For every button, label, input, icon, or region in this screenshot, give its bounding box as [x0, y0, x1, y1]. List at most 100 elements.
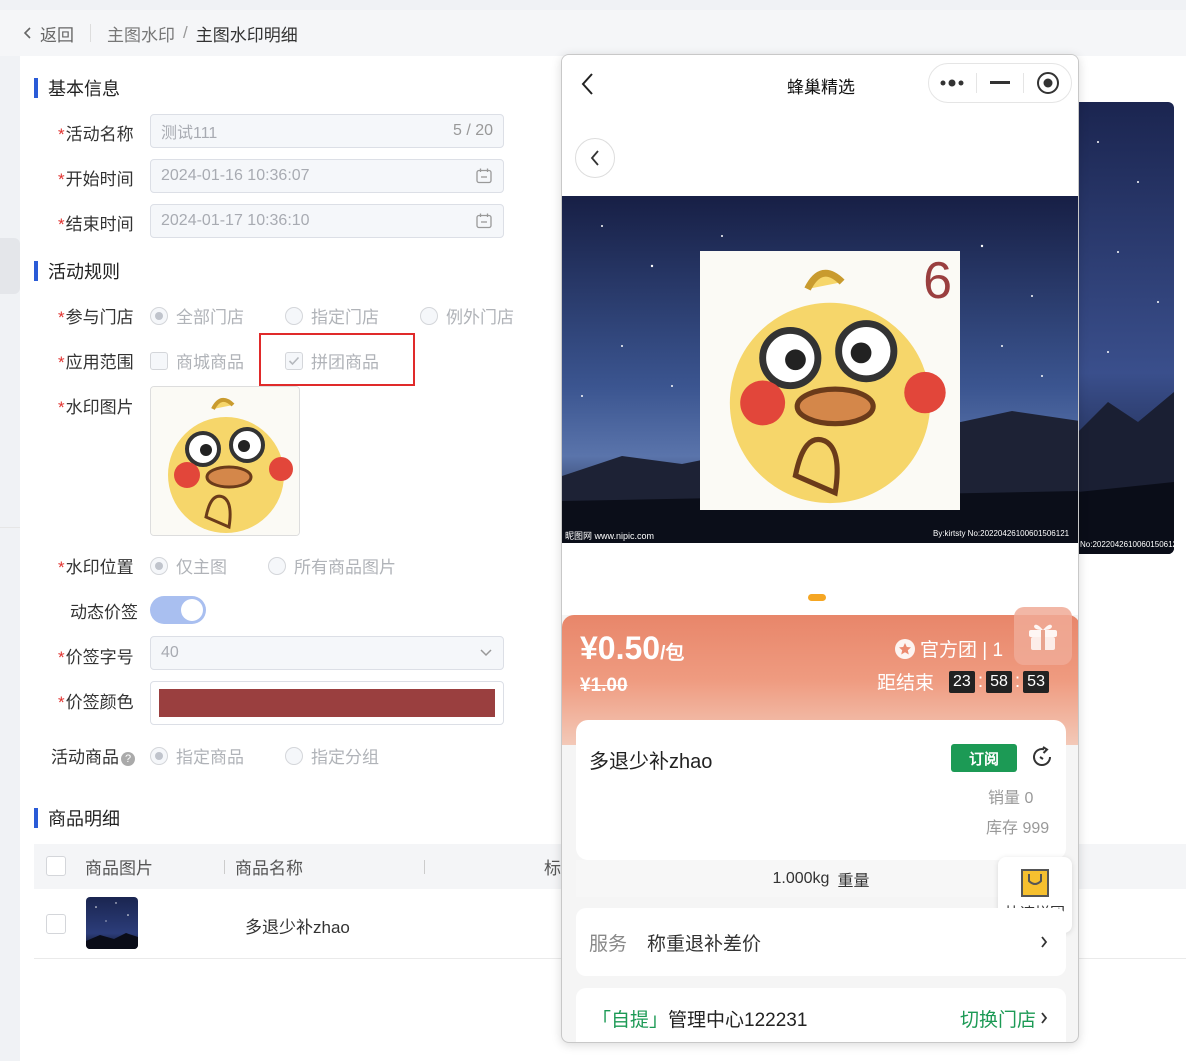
preview-background-image: No:20220426100601506121 — [1078, 102, 1174, 554]
radio-specified-group[interactable]: 指定分组 — [285, 743, 379, 768]
back-button[interactable]: 返回 — [22, 21, 74, 46]
more-dots-icon — [940, 79, 964, 87]
share-button[interactable] — [1030, 745, 1054, 774]
sales-count: 销量 0 — [988, 790, 1034, 807]
chevron-right-icon — [1041, 936, 1048, 948]
radio-all-stores[interactable]: 全部门店 — [150, 303, 244, 328]
radio-excluded-stores[interactable]: 例外门店 — [420, 303, 514, 328]
sidebar-collapse-tab[interactable] — [0, 238, 20, 294]
radio-main-image-only[interactable]: 仅主图 — [150, 553, 227, 578]
char-counter: 5 / 20 — [452, 122, 493, 139]
page-back-button[interactable] — [575, 138, 615, 178]
chevron-right-icon — [1041, 1012, 1048, 1024]
end-time-value: 2024-01-17 10:36:10 — [161, 212, 310, 229]
countdown-seconds: 53 — [1023, 670, 1049, 693]
switch-store-link[interactable]: 切换门店 — [960, 1005, 1036, 1032]
radio-all-images[interactable]: 所有商品图片 — [268, 553, 396, 578]
dynamic-price-tag-label: 动态价签 — [70, 603, 138, 622]
section-marker — [34, 808, 38, 828]
chevron-left-icon — [23, 27, 31, 39]
price-font-size-value: 40 — [161, 644, 179, 661]
activity-name-value: 测试111 — [161, 125, 218, 142]
more-button[interactable] — [929, 64, 976, 102]
select-all-checkbox[interactable] — [46, 856, 66, 876]
start-time-value: 2024-01-16 10:36:07 — [161, 167, 310, 184]
highlight-box — [259, 333, 415, 386]
section-basic-info: 基本信息 — [34, 75, 120, 101]
minus-icon — [990, 81, 1010, 84]
gift-icon — [1029, 624, 1057, 650]
activity-name-label: *活动名称 — [58, 125, 134, 144]
photo-credit: No:20220426100601506121 — [1080, 540, 1174, 549]
close-button[interactable] — [1024, 64, 1071, 102]
breadcrumb-separator: / — [183, 23, 188, 42]
radio-specified-stores[interactable]: 指定门店 — [285, 303, 379, 328]
pickup-store-name: 管理中心122231 — [668, 1009, 808, 1031]
calendar-icon[interactable] — [475, 167, 493, 185]
chevron-down-icon — [479, 648, 493, 658]
top-strip — [0, 0, 1186, 10]
official-group-badge: 官方团 | 1 — [894, 635, 1003, 662]
store-label: *参与门店 — [58, 308, 134, 327]
section-marker — [34, 78, 38, 98]
end-time-input[interactable]: 2024-01-17 10:36:10 — [150, 204, 504, 238]
weight-info: 1.000kg 重量 — [576, 860, 1066, 897]
target-circle-icon — [1036, 72, 1059, 94]
section-title: 活动规则 — [48, 262, 120, 282]
chevron-left-icon — [590, 150, 599, 166]
pickup-tag: 「自提」 — [592, 1009, 669, 1031]
capsule-menu — [928, 63, 1072, 103]
countdown: 距结束 23:58:53 — [877, 668, 1052, 695]
gift-button[interactable] — [1014, 607, 1072, 665]
shopping-bag-icon — [1021, 868, 1049, 897]
image-indicator-area — [562, 543, 1078, 615]
price-font-size-select[interactable]: 40 — [150, 636, 504, 670]
radio-specified-goods[interactable]: 指定商品 — [150, 743, 244, 768]
breadcrumb-current: 主图水印明细 — [195, 25, 298, 45]
calendar-icon[interactable] — [475, 212, 493, 230]
dynamic-price-toggle[interactable] — [150, 596, 206, 624]
end-time-label: *结束时间 — [58, 215, 134, 234]
mobile-preview: 蜂巢精选 6 昵图网 www.nipic.com By:kirtsty No:2… — [561, 54, 1079, 1043]
column-header: 商品图片 — [85, 859, 153, 878]
service-value: 称重退补差价 — [647, 933, 762, 955]
dynamic-price-label: 6 — [923, 252, 952, 310]
section-title: 基本信息 — [48, 79, 120, 99]
checkbox-mall-goods[interactable]: 商城商品 — [150, 348, 244, 373]
price-font-size-label: *价签字号 — [58, 648, 134, 667]
section-goods-detail: 商品明细 — [34, 805, 120, 831]
subscribe-button[interactable]: 订阅 — [951, 744, 1017, 772]
column-header: 标 — [544, 859, 561, 878]
watermark-image[interactable] — [150, 386, 300, 536]
activity-name-input[interactable]: 测试111 5 / 20 — [150, 114, 504, 148]
column-header: 商品名称 — [235, 859, 303, 878]
help-icon: ? — [121, 751, 135, 766]
breadcrumb-parent[interactable]: 主图水印 — [107, 21, 175, 46]
color-swatch — [159, 689, 495, 717]
goods-name-cell: 多退少补zhao — [245, 918, 350, 937]
photo-credit: By:kirtsty No:20220426100601506121 — [933, 529, 1070, 538]
breadcrumb: 返回 主图水印 / 主图水印明细 — [0, 10, 1186, 56]
carousel-indicator — [808, 594, 826, 601]
service-row[interactable]: 服务 称重退补差价 — [576, 908, 1066, 976]
start-time-input[interactable]: 2024-01-16 10:36:07 — [150, 159, 504, 193]
divider — [0, 527, 20, 528]
row-checkbox[interactable] — [46, 914, 66, 934]
refresh-share-icon — [1033, 746, 1052, 766]
original-price: ¥1.00 — [580, 675, 628, 696]
section-marker — [34, 261, 38, 281]
price-color-label: *价签颜色 — [58, 693, 134, 712]
group-price: ¥0.50/包 — [580, 630, 685, 666]
pickup-store-row: 「自提」 管理中心122231 切换门店 — [576, 988, 1066, 1042]
goods-main-image: 6 昵图网 www.nipic.com By:kirtsty No:202204… — [562, 196, 1078, 543]
watermark-image-label: *水印图片 — [58, 398, 134, 417]
back-label: 返回 — [40, 25, 74, 45]
divider — [90, 24, 91, 42]
price-color-picker[interactable] — [150, 681, 504, 725]
minimize-button[interactable] — [977, 64, 1024, 102]
watermark-position-label: *水印位置 — [58, 558, 134, 577]
scope-label: *应用范围 — [58, 353, 134, 372]
photo-credit: 昵图网 www.nipic.com — [565, 531, 655, 541]
section-title: 商品明细 — [48, 809, 120, 829]
goods-name: 多退少补zhao — [589, 751, 713, 773]
